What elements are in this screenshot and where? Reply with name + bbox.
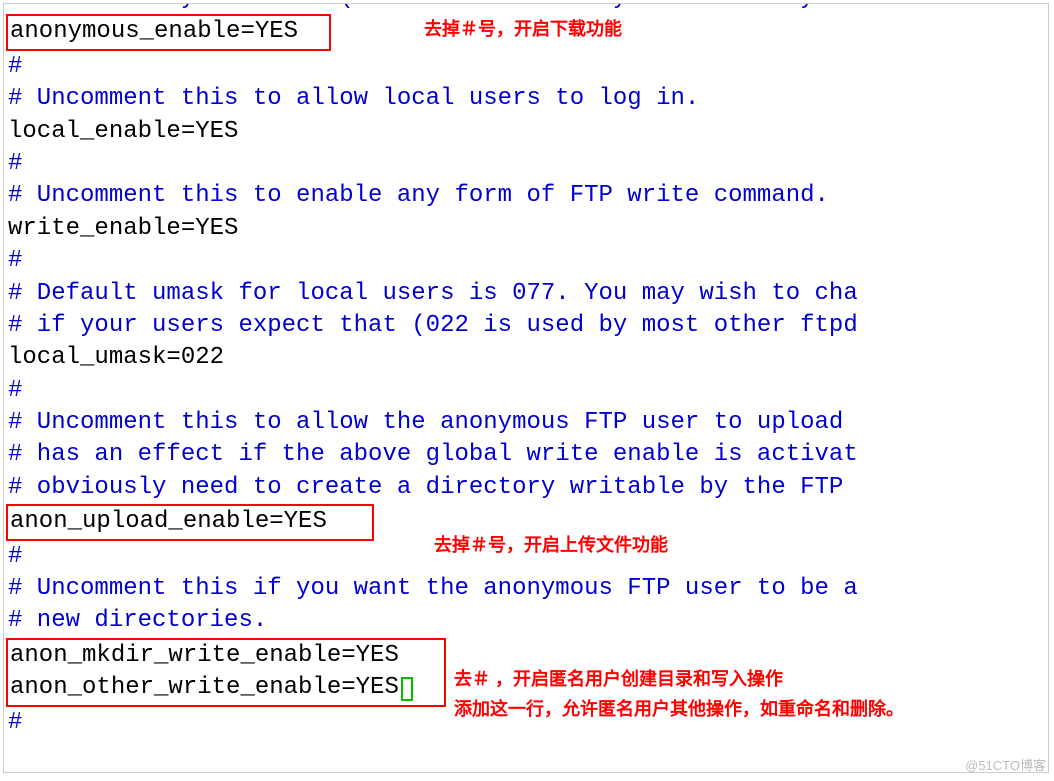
editor-viewport: # Allow anonymous FTP? (Beware - allowed… [3, 3, 1049, 773]
cfg-line-comment: # new directories. [4, 605, 1048, 637]
cfg-line-comment: # [4, 707, 1048, 739]
highlight-box: anonymous_enable=YES [6, 14, 331, 50]
cfg-line-local-enable: local_enable=YES [4, 116, 1048, 148]
highlight-box: anon_upload_enable=YES [6, 504, 374, 540]
cfg-line-comment: # [4, 375, 1048, 407]
cfg-line-comment: # Default umask for local users is 077. … [4, 278, 1048, 310]
cfg-line-comment: # [4, 541, 1048, 573]
highlight-box: anon_mkdir_write_enable=YES anon_other_w… [6, 638, 446, 707]
setting-text: anon_upload_enable=YES [10, 508, 327, 535]
cfg-line-comment: # has an effect if the above global writ… [4, 439, 1048, 471]
setting-text: anon_other_write_enable=YES [10, 674, 399, 701]
cfg-line-write-enable: write_enable=YES [4, 213, 1048, 245]
cfg-line-comment: # Uncomment this to enable any form of F… [4, 180, 1048, 212]
cfg-line-comment: # Uncomment this to allow local users to… [4, 83, 1048, 115]
cfg-line-comment: # Allow anonymous FTP? (Beware - allowed… [4, 3, 1048, 14]
cfg-line-comment: # if your users expect that (022 is used… [4, 310, 1048, 342]
cfg-line-comment: # obviously need to create a directory w… [4, 472, 1048, 504]
annotation-mkdir: 去＃ ，开启匿名用户创建目录和写入操作 [454, 668, 783, 691]
cfg-line-comment: # [4, 148, 1048, 180]
setting-text: anonymous_enable=YES [10, 18, 298, 45]
setting-text: anon_mkdir_write_enable=YES [10, 642, 399, 669]
cfg-line-comment: # [4, 245, 1048, 277]
cfg-line-comment: # Uncomment this to allow the anonymous … [4, 407, 1048, 439]
watermark-text: @51CTO博客 [965, 757, 1046, 775]
cursor-icon [401, 677, 413, 701]
cfg-line-comment: # Uncomment this if you want the anonymo… [4, 573, 1048, 605]
cfg-line-local-umask: local_umask=022 [4, 342, 1048, 374]
annotation-download: 去掉＃号，开启下载功能 [424, 18, 622, 41]
cfg-line-comment: # [4, 51, 1048, 83]
